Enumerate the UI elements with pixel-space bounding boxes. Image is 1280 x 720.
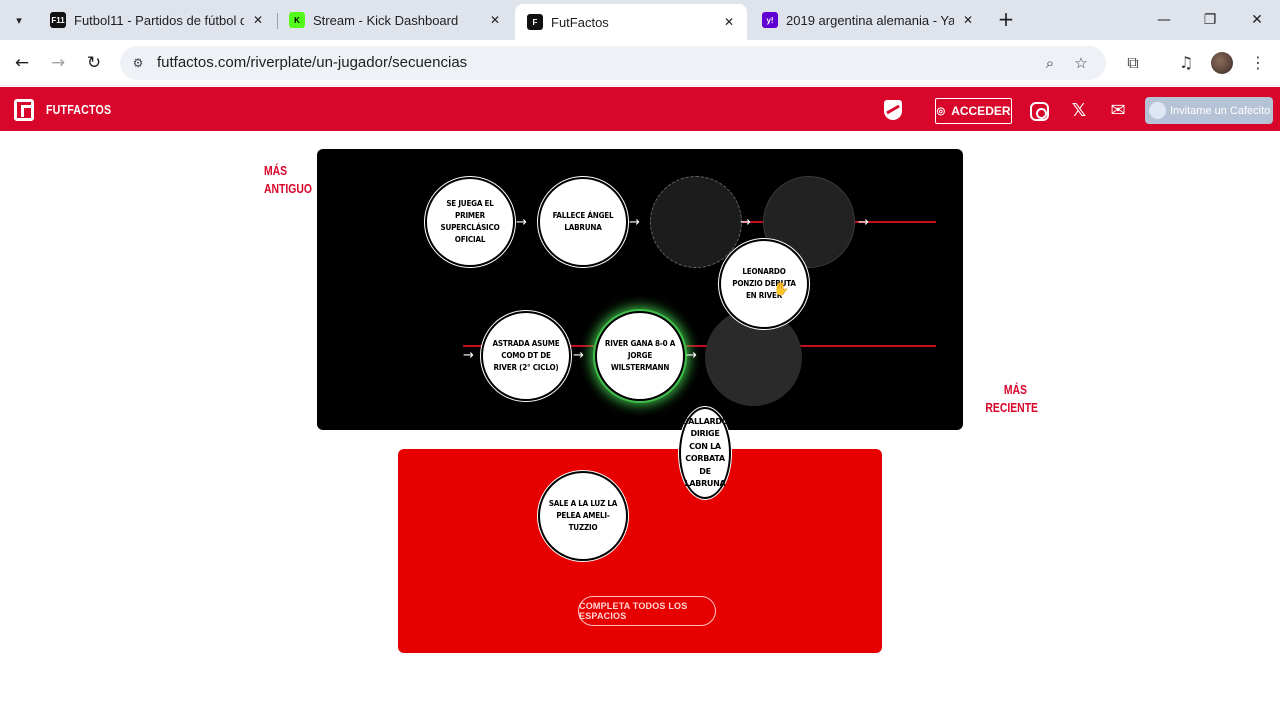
browser-toolbar: ← → ↻ ⚙ futfactos.com/riverplate/un-juga…: [0, 40, 1280, 86]
menu-dots-icon[interactable]: ⋮: [1246, 51, 1270, 75]
close-window-icon[interactable]: ✕: [1245, 8, 1269, 32]
futfactos-logo-icon[interactable]: [14, 99, 34, 121]
login-button[interactable]: ◎ ACCEDER: [935, 98, 1012, 124]
oldest-label-line: MÁS: [264, 163, 288, 178]
instagram-icon[interactable]: [1030, 102, 1049, 121]
card-text: SALE A LA LUZ LA PELEA AMELI-TUZZIO: [548, 499, 618, 532]
card-text: ASTRADA ASUME COMO DT DE RIVER (2° CICLO…: [492, 339, 560, 372]
tab-search-button[interactable]: ▾: [7, 8, 31, 32]
tab-title: FutFactos: [551, 14, 609, 30]
timeline-card[interactable]: ASTRADA ASUME COMO DT DE RIVER (2° CICLO…: [481, 311, 571, 401]
site-header: FUTFACTOS ◎ ACCEDER 𝕏 ✉ Invitame un Cafe…: [0, 87, 1280, 133]
newest-label: MÁS RECIENTE: [985, 381, 1038, 417]
card-text: RIVER GANA 8-0 A JORGE WILSTERMANN: [604, 339, 676, 372]
sequence-arrow-icon: →: [858, 215, 869, 230]
extensions-icon[interactable]: ⧉: [1121, 51, 1145, 75]
mail-icon[interactable]: ✉: [1107, 100, 1129, 122]
url-text[interactable]: futfactos.com/riverplate/un-jugador/secu…: [157, 54, 467, 71]
complete-button[interactable]: COMPLETA TODOS LOS ESPACIOS: [578, 596, 716, 626]
card-text: GALLARDO DIRIGE CON LA CORBATA DE LABRUN…: [681, 416, 729, 489]
close-tab-icon[interactable]: ✕: [721, 14, 737, 30]
tab-futbol11[interactable]: F11 Futbol11 - Partidos de fútbol de ✕: [38, 5, 276, 35]
river-crest-icon[interactable]: [884, 100, 902, 120]
timeline-card[interactable]: FALLECE ÁNGEL LABRUNA: [538, 177, 628, 267]
media-controls-icon[interactable]: ♫: [1174, 51, 1198, 75]
yahoo-favicon: y!: [762, 12, 778, 28]
cafecito-cup-icon: [1149, 102, 1166, 119]
browser-tab-bar: ▾ F11 Futbol11 - Partidos de fútbol de ✕…: [0, 0, 1280, 40]
login-label: ACCEDER: [951, 104, 1011, 118]
tab-kick[interactable]: K Stream - Kick Dashboard ✕: [277, 5, 513, 35]
site-brand[interactable]: FUTFACTOS: [46, 102, 111, 117]
sequence-arrow-icon: →: [740, 215, 751, 230]
profile-avatar[interactable]: [1211, 52, 1233, 74]
tab-title: 2019 argentina alemania - Yahoo: [786, 12, 954, 28]
tab-futfactos[interactable]: F FutFactos ✕: [515, 4, 747, 40]
hand-cursor-icon: ✋: [773, 282, 790, 297]
back-arrow-icon[interactable]: ←: [10, 51, 34, 75]
close-tab-icon[interactable]: ✕: [250, 12, 266, 28]
newest-label-line: RECIENTE: [985, 400, 1038, 415]
newest-label-line: MÁS: [1003, 382, 1027, 397]
oldest-label-line: ANTIGUO: [264, 181, 312, 196]
lock-icon: ◎: [936, 105, 946, 117]
sequence-arrow-icon: →: [463, 348, 474, 363]
card-text: FALLECE ÁNGEL LABRUNA: [552, 211, 614, 232]
x-twitter-icon[interactable]: 𝕏: [1068, 100, 1090, 122]
tab-title: Futbol11 - Partidos de fútbol de: [74, 12, 244, 28]
card-text: LEONARDO PONZIO DEBUTA EN RIVER: [732, 267, 796, 300]
timeline-card-correct[interactable]: RIVER GANA 8-0 A JORGE WILSTERMANN: [595, 311, 685, 401]
timeline-board: SE JUEGA EL PRIMER SUPERCLÁSICO OFICIAL …: [317, 149, 963, 430]
close-tab-icon[interactable]: ✕: [487, 12, 503, 28]
empty-slot-highlighted[interactable]: [650, 176, 742, 268]
tab-title: Stream - Kick Dashboard: [313, 12, 459, 28]
cafecito-button[interactable]: Invitame un Cafecito: [1145, 97, 1273, 124]
restore-icon[interactable]: ❐: [1198, 8, 1222, 32]
cards-tray: SALE A LA LUZ LA PELEA AMELI-TUZZIO COMP…: [398, 449, 882, 653]
address-bar[interactable]: ⚙ futfactos.com/riverplate/un-jugador/se…: [120, 46, 1106, 80]
sequence-arrow-icon: →: [573, 348, 584, 363]
dragging-card[interactable]: GALLARDO DIRIGE CON LA CORBATA DE LABRUN…: [679, 407, 731, 499]
tray-card[interactable]: SALE A LA LUZ LA PELEA AMELI-TUZZIO: [538, 471, 628, 561]
floating-card[interactable]: LEONARDO PONZIO DEBUTA EN RIVER: [719, 239, 809, 329]
cafecito-label: Invitame un Cafecito: [1170, 104, 1271, 117]
sequence-arrow-icon: →: [516, 215, 527, 230]
kick-favicon: K: [289, 12, 305, 28]
card-text: SE JUEGA EL PRIMER SUPERCLÁSICO OFICIAL: [440, 199, 500, 244]
forward-arrow-icon[interactable]: →: [46, 51, 70, 75]
new-tab-button[interactable]: +: [996, 9, 1016, 29]
timeline-card[interactable]: SE JUEGA EL PRIMER SUPERCLÁSICO OFICIAL: [425, 177, 515, 267]
bookmark-star-icon[interactable]: ☆: [1071, 53, 1091, 73]
tab-yahoo[interactable]: y! 2019 argentina alemania - Yahoo ✕: [750, 5, 986, 35]
futfactos-favicon: F: [527, 14, 543, 30]
futbol11-favicon: F11: [50, 12, 66, 28]
zoom-icon[interactable]: ⌕: [1040, 53, 1060, 73]
oldest-label: MÁS ANTIGUO: [264, 162, 312, 198]
reload-icon[interactable]: ↻: [82, 51, 106, 75]
site-settings-icon[interactable]: ⚙: [129, 54, 147, 72]
close-tab-icon[interactable]: ✕: [960, 12, 976, 28]
minimize-icon[interactable]: —: [1152, 8, 1176, 32]
sequence-arrow-icon: →: [686, 348, 697, 363]
sequence-arrow-icon: →: [629, 215, 640, 230]
